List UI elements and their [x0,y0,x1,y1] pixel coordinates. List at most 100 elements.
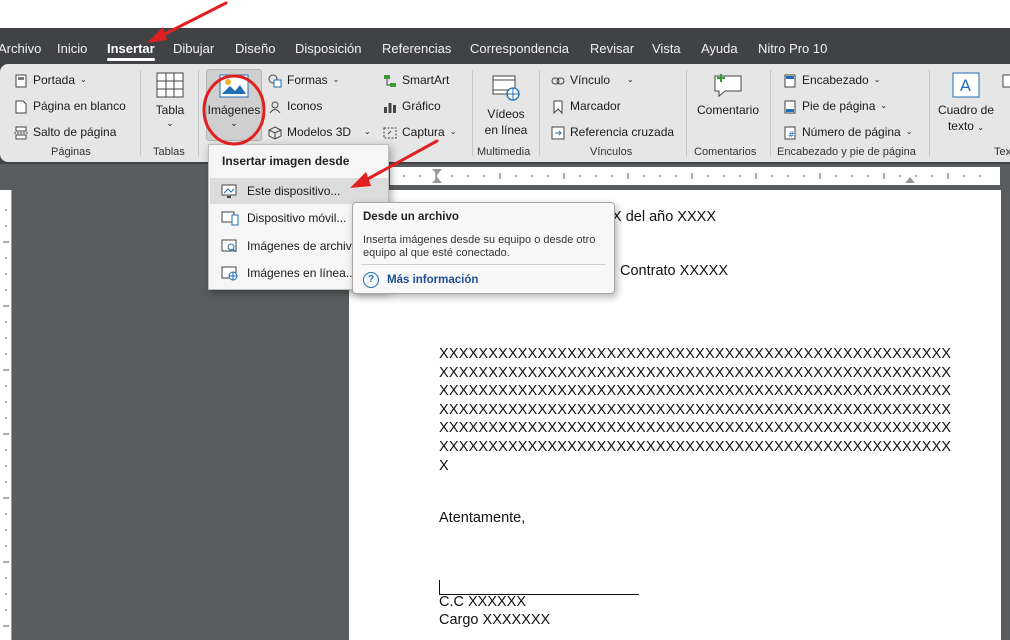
vinculo-button[interactable]: Vínculo ⌄ [551,69,634,91]
doc-cc-line[interactable]: C.C XXXXXX [439,594,526,610]
pagina-en-blanco-label: Página en blanco [33,99,126,113]
tab-disposicion[interactable]: Disposición [295,28,361,64]
numero-de-pagina-button[interactable]: # Número de página ⌄ [783,121,912,143]
tab-ayuda[interactable]: Ayuda [701,28,738,64]
cuadro-label-line1: Cuadro de [937,103,995,117]
tabla-label: Tabla [155,103,185,117]
chevron-down-icon: ⌄ [332,75,340,84]
tooltip: Desde un archivo Inserta imágenes desde … [352,202,615,294]
tab-correspondencia[interactable]: Correspondencia [470,28,569,64]
svg-text:#: # [788,130,795,139]
stock-images-icon [221,239,239,254]
link-icon [551,73,565,87]
device-icon [221,184,239,199]
imagenes-button[interactable]: Imágenes ⌄ [206,69,262,141]
group-label-paginas: Páginas [51,146,91,158]
tab-vista[interactable]: Vista [652,28,681,64]
encabezado-label: Encabezado [802,73,869,87]
chevron-down-icon: ⌄ [80,75,87,84]
tab-referencias[interactable]: Referencias [382,28,451,64]
group-separator [770,70,771,156]
ribbon-tab-bar: Archivo Inicio Insertar Dibujar Diseño D… [0,28,1010,64]
modelos-3d-label: Modelos 3D [287,125,352,139]
videos-en-linea-button[interactable]: Vídeos en línea [478,74,534,138]
group-label-multimedia: Multimedia [477,146,531,158]
doc-body-line: XXXXXXXXXXXXXXXXXXXXXXXXXXXXXXXXXXXXXXXX… [439,346,952,362]
tabla-button[interactable]: Tabla ⌄ [150,72,190,128]
doc-date-line[interactable]: X del año XXXX [612,209,716,225]
tab-insertar[interactable]: Insertar [107,28,155,64]
salto-de-pagina-button[interactable]: Salto de página [14,121,116,143]
pagina-en-blanco-button[interactable]: Página en blanco [14,95,126,117]
tab-nitro-pro[interactable]: Nitro Pro 10 [758,28,827,64]
pie-de-pagina-button[interactable]: Pie de página ⌄ [783,95,887,117]
svg-text:A: A [960,76,971,95]
videos-label-line2: en línea [484,123,528,137]
smartart-button[interactable]: SmartArt [383,69,449,91]
header-icon [783,73,797,88]
doc-body-paragraph[interactable]: XXXXXXXXXXXXXXXXXXXXXXXXXXXXXXXXXXXXXXXX… [439,345,951,475]
cuadro-de-texto-button[interactable]: A Cuadro de texto ⌄ [934,72,998,136]
screenshot-icon [383,125,397,139]
iconos-label: Iconos [287,99,323,113]
group-separator [198,70,199,156]
group-label-texto: Tex [994,146,1010,158]
formas-button[interactable]: Formas ⌄ [268,69,339,91]
doc-body-line: XXXXXXXXXXXXXXXXXXXXXXXXXXXXXXXXXXXXXXXX… [439,401,952,418]
marcador-button[interactable]: Marcador [551,95,621,117]
tab-revisar[interactable]: Revisar [590,28,634,64]
quick-parts-icon [1002,73,1010,88]
help-icon: ? [363,272,379,288]
mas-informacion-link[interactable]: ? Más información [363,272,478,288]
tab-inicio[interactable]: Inicio [57,28,87,64]
group-label-tablas: Tablas [153,146,185,158]
tab-archivo[interactable]: Archivo [0,28,41,64]
smartart-label: SmartArt [402,73,450,87]
tooltip-title: Desde un archivo [363,211,459,223]
doc-contract-line[interactable]: Contrato XXXXX [620,263,728,279]
formas-label: Formas [287,73,328,87]
page-break-icon [14,125,28,140]
quick-parts-button[interactable] [1002,69,1010,91]
doc-closing[interactable]: Atentamente, [439,510,525,526]
icons-icon [268,99,282,114]
videos-label-line1: Vídeos [487,107,525,121]
ruler-ticks [403,169,981,183]
text-cursor [439,580,440,594]
horizontal-ruler[interactable] [390,167,1000,185]
vertical-ruler[interactable] [0,190,12,640]
modelos-3d-button[interactable]: Modelos 3D ⌄ [268,121,371,143]
page-number-icon: # [783,125,797,140]
portada-label: Portada [33,73,76,87]
encabezado-button[interactable]: Encabezado ⌄ [783,69,880,91]
group-separator [686,70,687,156]
tooltip-description: Inserta imágenes desde su equipo o desde… [363,234,596,259]
group-separator [140,70,141,156]
tab-diseno[interactable]: Diseño [235,28,275,64]
group-separator [472,70,473,156]
cover-page-icon [14,73,28,88]
group-label-encabezado: Encabezado y pie de página [777,146,916,158]
doc-body-line: XXXXXXXXXXXXXXXXXXXXXXXXXXXXXXXXXXXXXXXX… [439,438,952,455]
grafico-button[interactable]: Gráfico [383,95,441,117]
doc-cargo-line[interactable]: Cargo XXXXXXX [439,612,550,628]
cube-icon [268,125,282,140]
chevron-down-icon: ⌄ [449,127,457,136]
referencia-cruzada-button[interactable]: Referencia cruzada [551,121,674,143]
doc-body-line: XXXXXXXXXXXXXXXXXXXXXXXXXXXXXXXXXXXXXXXX… [439,420,952,437]
salto-de-pagina-label: Salto de página [33,125,117,139]
group-label-comentarios: Comentarios [694,146,757,158]
group-separator [539,70,540,156]
menu-item-este-dispositivo[interactable]: Este dispositivo... [210,178,388,204]
portada-button[interactable]: Portada ⌄ [14,69,87,91]
text-box-icon: A [952,72,980,98]
comentario-label: Comentario [696,103,760,117]
comentario-button[interactable]: Comentario [693,70,763,118]
chart-icon [383,99,397,113]
captura-label: Captura [402,125,445,139]
online-video-icon [491,74,521,102]
tab-dibujar[interactable]: Dibujar [173,28,214,64]
chevron-down-icon: ⌄ [230,118,238,128]
iconos-button[interactable]: Iconos [268,95,322,117]
captura-button[interactable]: Captura ⌄ [383,121,456,143]
